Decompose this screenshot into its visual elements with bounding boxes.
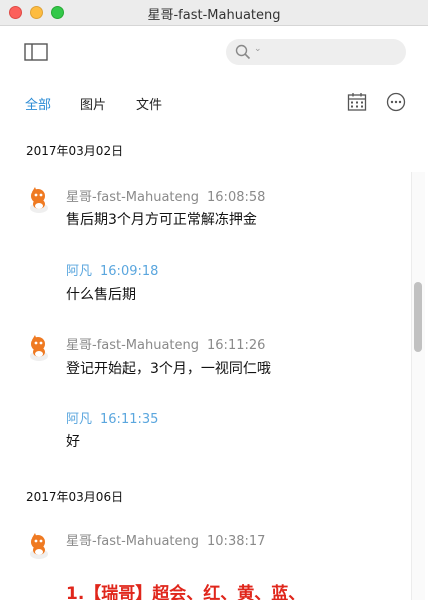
search-input[interactable]: ⌄: [226, 39, 406, 65]
message-text: 售后期3个月方可正常解冻押金: [66, 212, 257, 228]
message-meta: 阿凡 16:11:35: [66, 408, 158, 427]
message-meta: 星哥-fast-Mahuateng 16:08:58: [66, 186, 265, 205]
tab-images[interactable]: 图片: [80, 94, 106, 113]
message-time: 16:11:35: [100, 412, 159, 427]
message-time: 16:09:18: [100, 264, 159, 279]
chevron-down-icon[interactable]: ⌄: [254, 44, 262, 54]
more-options-icon[interactable]: [386, 92, 406, 112]
message-meta: 星哥-fast-Mahuateng 10:38:17: [66, 530, 265, 549]
tab-all[interactable]: 全部: [25, 94, 51, 113]
tab-files[interactable]: 文件: [136, 94, 162, 113]
sender-name[interactable]: 阿凡: [66, 264, 92, 279]
message-meta: 星哥-fast-Mahuateng 16:11:26: [66, 334, 265, 353]
message-meta: 阿凡 16:09:18: [66, 260, 158, 279]
message-text: 登记开始起，3个月，一视同仁哦: [66, 361, 271, 377]
avatar[interactable]: [24, 530, 54, 560]
calendar-icon[interactable]: [347, 92, 367, 112]
date-header: 2017年03月02日: [26, 144, 124, 158]
message-time: 16:08:58: [207, 190, 266, 205]
scrollbar-thumb[interactable]: [414, 282, 422, 352]
title-bar: 星哥-fast-Mahuateng: [0, 0, 428, 26]
sidebar-toggle-icon[interactable]: [24, 42, 48, 62]
window-title: 星哥-fast-Mahuateng: [147, 8, 281, 23]
message-text: 什么售后期: [66, 287, 136, 303]
search-icon: [235, 44, 251, 60]
date-header: 2017年03月06日: [26, 490, 124, 504]
sender-name[interactable]: 星哥-fast-Mahuateng: [66, 190, 199, 205]
avatar[interactable]: [24, 332, 54, 362]
sender-name[interactable]: 阿凡: [66, 412, 92, 427]
toolbar: ⌄: [0, 26, 428, 78]
message-text: 1.【瑞哥】超会、红、黄、蓝、: [66, 584, 306, 600]
sender-name[interactable]: 星哥-fast-Mahuateng: [66, 338, 199, 353]
scrollbar-track[interactable]: [411, 172, 425, 600]
message-text: 好: [66, 434, 80, 450]
avatar[interactable]: [24, 184, 54, 214]
message-time: 10:38:17: [207, 534, 266, 549]
sender-name[interactable]: 星哥-fast-Mahuateng: [66, 534, 199, 549]
message-time: 16:11:26: [207, 338, 266, 353]
chat-history-window: 星哥-fast-Mahuateng ⌄ 全部 图片 文件 2017年03月02日…: [0, 0, 428, 600]
